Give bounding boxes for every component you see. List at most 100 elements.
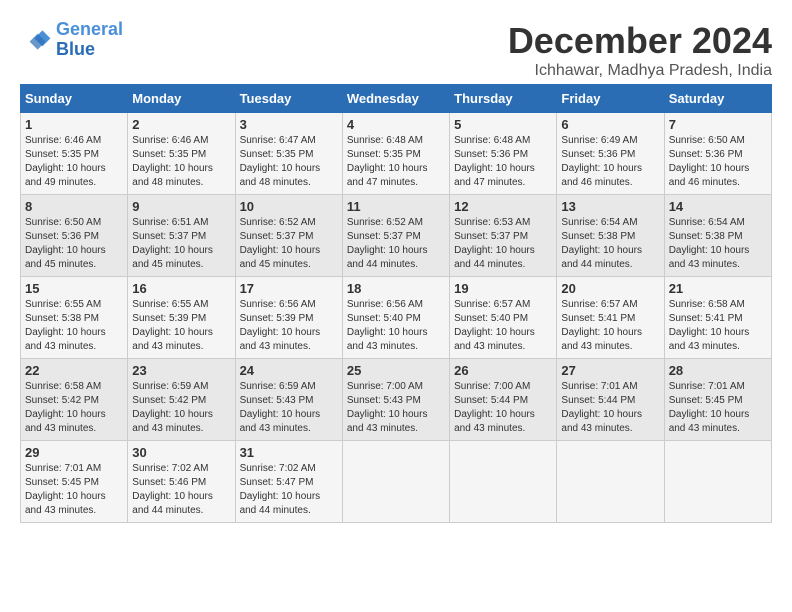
day-number: 16 [132,281,230,296]
calendar-cell: 24 Sunrise: 6:59 AM Sunset: 5:43 PM Dayl… [235,359,342,441]
day-number: 28 [669,363,767,378]
sunrise-label: Sunrise: 6:54 AM [561,217,637,228]
sunrise-label: Sunrise: 6:55 AM [25,299,101,310]
sunset-label: Sunset: 5:35 PM [25,149,99,160]
calendar-cell: 17 Sunrise: 6:56 AM Sunset: 5:39 PM Dayl… [235,277,342,359]
calendar-cell: 8 Sunrise: 6:50 AM Sunset: 5:36 PM Dayli… [21,195,128,277]
daylight-label: Daylight: 10 hours and 44 minutes. [454,245,535,270]
sunrise-label: Sunrise: 7:01 AM [669,381,745,392]
day-info: Sunrise: 6:51 AM Sunset: 5:37 PM Dayligh… [132,216,230,272]
daylight-label: Daylight: 10 hours and 43 minutes. [132,327,213,352]
day-number: 22 [25,363,123,378]
daylight-label: Daylight: 10 hours and 43 minutes. [561,327,642,352]
sunset-label: Sunset: 5:36 PM [454,149,528,160]
day-number: 15 [25,281,123,296]
calendar-week-row: 29 Sunrise: 7:01 AM Sunset: 5:45 PM Dayl… [21,441,772,523]
daylight-label: Daylight: 10 hours and 43 minutes. [669,409,750,434]
daylight-label: Daylight: 10 hours and 48 minutes. [240,163,321,188]
day-number: 2 [132,117,230,132]
sunrise-label: Sunrise: 7:00 AM [454,381,530,392]
daylight-label: Daylight: 10 hours and 44 minutes. [561,245,642,270]
daylight-label: Daylight: 10 hours and 43 minutes. [669,327,750,352]
sunset-label: Sunset: 5:36 PM [25,231,99,242]
calendar-cell [450,441,557,523]
day-info: Sunrise: 6:54 AM Sunset: 5:38 PM Dayligh… [669,216,767,272]
sunrise-label: Sunrise: 6:58 AM [669,299,745,310]
sunset-label: Sunset: 5:38 PM [669,231,743,242]
daylight-label: Daylight: 10 hours and 44 minutes. [347,245,428,270]
calendar-title: December 2024 [508,20,772,62]
sunset-label: Sunset: 5:42 PM [132,395,206,406]
calendar-week-row: 15 Sunrise: 6:55 AM Sunset: 5:38 PM Dayl… [21,277,772,359]
daylight-label: Daylight: 10 hours and 43 minutes. [25,409,106,434]
day-number: 9 [132,199,230,214]
day-number: 25 [347,363,445,378]
sunset-label: Sunset: 5:44 PM [561,395,635,406]
calendar-cell: 4 Sunrise: 6:48 AM Sunset: 5:35 PM Dayli… [342,113,449,195]
day-info: Sunrise: 6:59 AM Sunset: 5:43 PM Dayligh… [240,380,338,436]
sunset-label: Sunset: 5:37 PM [347,231,421,242]
calendar-cell: 9 Sunrise: 6:51 AM Sunset: 5:37 PM Dayli… [128,195,235,277]
calendar-cell: 26 Sunrise: 7:00 AM Sunset: 5:44 PM Dayl… [450,359,557,441]
sunrise-label: Sunrise: 7:01 AM [25,463,101,474]
weekday-header: Friday [557,85,664,113]
calendar-cell: 5 Sunrise: 6:48 AM Sunset: 5:36 PM Dayli… [450,113,557,195]
day-info: Sunrise: 6:52 AM Sunset: 5:37 PM Dayligh… [347,216,445,272]
logo-icon [20,24,52,56]
calendar-cell: 1 Sunrise: 6:46 AM Sunset: 5:35 PM Dayli… [21,113,128,195]
calendar-subtitle: Ichhawar, Madhya Pradesh, India [508,62,772,80]
sunset-label: Sunset: 5:39 PM [240,313,314,324]
sunset-label: Sunset: 5:37 PM [132,231,206,242]
calendar-cell: 25 Sunrise: 7:00 AM Sunset: 5:43 PM Dayl… [342,359,449,441]
calendar-cell [342,441,449,523]
day-number: 20 [561,281,659,296]
day-number: 14 [669,199,767,214]
day-number: 17 [240,281,338,296]
sunset-label: Sunset: 5:38 PM [561,231,635,242]
weekday-header: Thursday [450,85,557,113]
day-number: 21 [669,281,767,296]
title-area: December 2024 Ichhawar, Madhya Pradesh, … [508,20,772,80]
day-info: Sunrise: 7:01 AM Sunset: 5:45 PM Dayligh… [25,462,123,518]
day-number: 13 [561,199,659,214]
calendar-week-row: 8 Sunrise: 6:50 AM Sunset: 5:36 PM Dayli… [21,195,772,277]
day-info: Sunrise: 6:50 AM Sunset: 5:36 PM Dayligh… [25,216,123,272]
calendar-cell: 23 Sunrise: 6:59 AM Sunset: 5:42 PM Dayl… [128,359,235,441]
calendar-cell: 18 Sunrise: 6:56 AM Sunset: 5:40 PM Dayl… [342,277,449,359]
sunrise-label: Sunrise: 6:48 AM [454,135,530,146]
sunset-label: Sunset: 5:41 PM [669,313,743,324]
sunrise-label: Sunrise: 6:58 AM [25,381,101,392]
day-info: Sunrise: 7:01 AM Sunset: 5:44 PM Dayligh… [561,380,659,436]
day-number: 29 [25,445,123,460]
day-info: Sunrise: 6:57 AM Sunset: 5:41 PM Dayligh… [561,298,659,354]
day-info: Sunrise: 6:56 AM Sunset: 5:40 PM Dayligh… [347,298,445,354]
sunrise-label: Sunrise: 7:00 AM [347,381,423,392]
weekday-header-row: SundayMondayTuesdayWednesdayThursdayFrid… [21,85,772,113]
daylight-label: Daylight: 10 hours and 47 minutes. [454,163,535,188]
sunset-label: Sunset: 5:43 PM [240,395,314,406]
sunrise-label: Sunrise: 6:59 AM [240,381,316,392]
day-info: Sunrise: 6:54 AM Sunset: 5:38 PM Dayligh… [561,216,659,272]
sunset-label: Sunset: 5:40 PM [454,313,528,324]
sunset-label: Sunset: 5:36 PM [669,149,743,160]
daylight-label: Daylight: 10 hours and 46 minutes. [561,163,642,188]
day-info: Sunrise: 6:52 AM Sunset: 5:37 PM Dayligh… [240,216,338,272]
daylight-label: Daylight: 10 hours and 43 minutes. [132,409,213,434]
page-container: General Blue December 2024 Ichhawar, Mad… [20,20,772,523]
day-info: Sunrise: 6:47 AM Sunset: 5:35 PM Dayligh… [240,134,338,190]
sunset-label: Sunset: 5:43 PM [347,395,421,406]
day-info: Sunrise: 7:01 AM Sunset: 5:45 PM Dayligh… [669,380,767,436]
calendar-cell: 2 Sunrise: 6:46 AM Sunset: 5:35 PM Dayli… [128,113,235,195]
sunset-label: Sunset: 5:35 PM [240,149,314,160]
sunset-label: Sunset: 5:37 PM [454,231,528,242]
calendar-cell: 29 Sunrise: 7:01 AM Sunset: 5:45 PM Dayl… [21,441,128,523]
day-info: Sunrise: 7:02 AM Sunset: 5:47 PM Dayligh… [240,462,338,518]
calendar-cell: 27 Sunrise: 7:01 AM Sunset: 5:44 PM Dayl… [557,359,664,441]
sunrise-label: Sunrise: 7:02 AM [132,463,208,474]
sunrise-label: Sunrise: 6:59 AM [132,381,208,392]
day-number: 3 [240,117,338,132]
day-info: Sunrise: 6:57 AM Sunset: 5:40 PM Dayligh… [454,298,552,354]
day-number: 4 [347,117,445,132]
calendar-cell: 21 Sunrise: 6:58 AM Sunset: 5:41 PM Dayl… [664,277,771,359]
sunset-label: Sunset: 5:47 PM [240,477,314,488]
